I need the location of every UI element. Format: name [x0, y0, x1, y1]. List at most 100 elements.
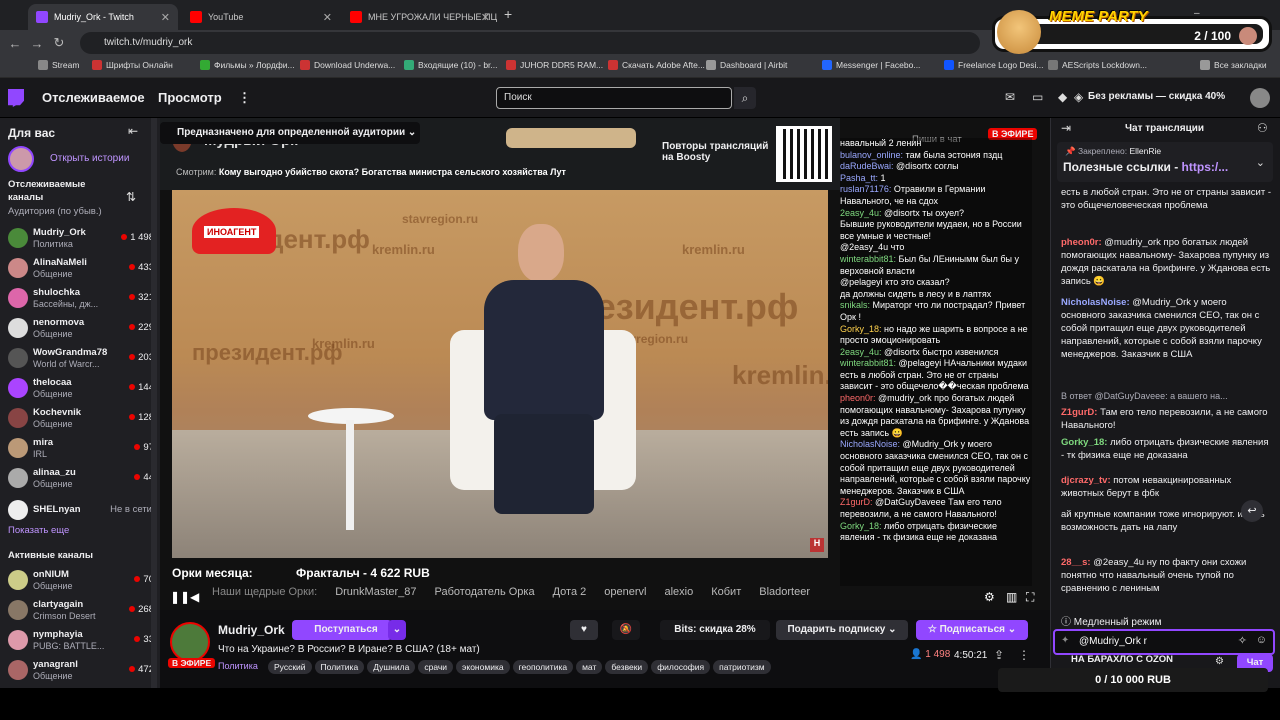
emote-icon[interactable]: ☺	[1256, 634, 1267, 646]
bookmark-item[interactable]: Messenger | Facebo...	[822, 60, 920, 70]
sidebar-item-wowgrandma78[interactable]: WowGrandma78 World of Warcr... 203	[8, 346, 158, 374]
nav-following[interactable]: Отслеживаемое	[42, 90, 145, 105]
sidebar-item-kochevnik[interactable]: Kochevnik Общение 128	[8, 406, 158, 434]
sidebar-item-alinaa_zu[interactable]: alinaa_zu Общение 44	[8, 466, 158, 494]
channel-name[interactable]: Mudriy_Ork	[218, 623, 285, 637]
tag-pill[interactable]: срачи	[418, 660, 454, 674]
collapse-sidebar-icon[interactable]: ⇤	[128, 124, 138, 138]
sidebar-item-mudriy_ork[interactable]: Mudriy_Ork Политика 1 498	[8, 226, 158, 254]
search-input[interactable]: Поиск	[496, 87, 732, 109]
sidebar-item-shulochka[interactable]: shulochka Бассейны, дж... 321	[8, 286, 158, 314]
more-menu-icon[interactable]: ⋮	[238, 90, 251, 106]
sidebar-item-clartyagain[interactable]: clartyagain Crimson Desert 268	[8, 598, 158, 626]
chevron-down-icon[interactable]: ⌄	[1256, 156, 1265, 169]
tag-pill[interactable]: экономика	[456, 660, 510, 674]
join-dropdown-icon[interactable]: ⌄	[388, 620, 406, 640]
chat-message[interactable]: Z1gurD: Там его тело перевозили, а не са…	[1061, 406, 1271, 432]
chat-message[interactable]: Gorky_18: либо отрицать физические явлен…	[1061, 436, 1271, 462]
tag-pill[interactable]: мат	[576, 660, 603, 674]
pinned-message[interactable]: 📌 Закреплено: EllenRie Полезные ссылки -…	[1057, 142, 1273, 182]
sidebar-item-onnium[interactable]: onNIUM Общение 70	[8, 568, 158, 596]
tag-pill[interactable]: патриотизм	[713, 660, 771, 674]
audience-notice[interactable]: Предназначено для определенной аудитории…	[160, 122, 420, 144]
tab-twitch[interactable]: Mudriy_Ork - Twitch ✕	[28, 4, 178, 30]
chat-message[interactable]: есть в любой стран. Это не от страны зав…	[1061, 186, 1271, 212]
chat-message[interactable]: NicholasNoise: @Mudriy_Ork у моего основ…	[1061, 296, 1271, 361]
chat-message[interactable]: pheon0r: @mudriy_ork про богатых людей п…	[1061, 236, 1271, 288]
crown-icon[interactable]: ◆	[1058, 90, 1067, 104]
tag-pill[interactable]: Русский	[268, 660, 312, 674]
sidebar-item-nenormova[interactable]: nenormova Общение 229	[8, 316, 158, 344]
back-icon[interactable]: ←	[4, 36, 26, 51]
prime-icon[interactable]: ◈	[1074, 90, 1083, 104]
stories-avatar[interactable]	[8, 146, 34, 172]
new-tab-icon[interactable]: +	[504, 6, 512, 22]
collapse-chat-icon[interactable]: ⇥	[1061, 121, 1071, 135]
tag-pill[interactable]: безвеки	[605, 660, 649, 674]
chat-message[interactable]: djcrazy_tv: потом невакцинированных живо…	[1061, 474, 1271, 500]
show-more-link[interactable]: Показать еще	[8, 525, 69, 536]
bits-icon[interactable]: ✦	[1061, 635, 1069, 646]
subscribe-button[interactable]: ☆ Подписаться ⌄	[916, 620, 1028, 640]
bits-button[interactable]: Bits: скидка 28%	[660, 620, 770, 640]
tab-youtube[interactable]: YouTube ✕	[182, 4, 340, 30]
twitch-logo-icon[interactable]	[8, 89, 24, 107]
notifications-off-icon[interactable]: 🔕	[612, 620, 640, 640]
bookmark-item[interactable]: Шрифты Онлайн	[92, 60, 173, 70]
chat-message[interactable]: 28__s: @2easy_4u ну по факту они схожи п…	[1061, 556, 1271, 595]
tag-pill[interactable]: Душнила	[367, 660, 416, 674]
sort-icon[interactable]: ⇅	[126, 190, 136, 204]
gift-sub-button[interactable]: Подарить подписку ⌄	[776, 620, 908, 640]
open-stories-link[interactable]: Открыть истории	[50, 153, 129, 164]
sidebar-item-alinanameli[interactable]: AlinaNaMeli Общение 433	[8, 256, 158, 284]
chat-message[interactable]: ай крупные компании тоже игнорируют. и е…	[1061, 508, 1271, 534]
whispers-icon[interactable]: ▭	[1032, 90, 1043, 104]
tag-pill[interactable]: геополитика	[512, 660, 574, 674]
chat-username[interactable]: NicholasNoise:	[1061, 297, 1132, 308]
fullscreen-icon[interactable]: ⛶	[1026, 590, 1034, 605]
close-tab-icon[interactable]: ✕	[481, 11, 490, 24]
follow-heart-icon[interactable]: ♥	[570, 620, 598, 640]
bookmark-item[interactable]: Входящие (10) - br...	[404, 60, 498, 70]
join-button[interactable]: Поступаться	[292, 620, 392, 640]
chat-username[interactable]: 28__s:	[1061, 557, 1093, 568]
sidebar-scrollbar[interactable]	[151, 118, 157, 688]
chat-username[interactable]: Z1gurD:	[1061, 407, 1100, 418]
search-icon[interactable]: ⌕	[734, 87, 756, 109]
more-options-icon[interactable]: ⋮	[1018, 648, 1030, 662]
user-avatar[interactable]	[1250, 88, 1270, 108]
chat-username[interactable]: pheon0r:	[1061, 237, 1104, 248]
bookmark-item[interactable]: Скачать Adobe Afte...	[608, 60, 705, 70]
bookmark-item[interactable]: Dashboard | Airbit	[706, 60, 787, 70]
chat-settings-icon[interactable]: ⚙	[1215, 656, 1224, 667]
video-player[interactable]: Мудрый Орк Предназначено для определенно…	[160, 118, 1050, 610]
category-link[interactable]: Политика	[218, 661, 258, 671]
tag-pill[interactable]: философия	[651, 660, 711, 674]
chat-message[interactable]: В ответ @DatGuyDaveee: а вашего на...	[1061, 390, 1271, 403]
share-icon[interactable]: ⇪	[994, 648, 1004, 662]
bookmark-item[interactable]: JUHOR DDR5 RAM...	[506, 60, 603, 70]
magic-icon[interactable]: ✧	[1238, 634, 1247, 647]
chat-username[interactable]: Gorky_18:	[1061, 437, 1110, 448]
close-tab-icon[interactable]: ✕	[161, 11, 170, 24]
reply-icon[interactable]: ↩	[1241, 500, 1263, 522]
bookmark-item[interactable]: Все закладки	[1200, 60, 1267, 70]
reload-icon[interactable]: ↻	[48, 35, 70, 51]
bookmark-item[interactable]: Freelance Logo Desi...	[944, 60, 1044, 70]
bookmark-item[interactable]: Download Underwa...	[300, 60, 395, 70]
sidebar-item-mira[interactable]: mira IRL 97	[8, 436, 158, 464]
close-tab-icon[interactable]: ✕	[323, 11, 332, 24]
sidebar-item-yanagranl[interactable]: yanagranl Общение 472	[8, 658, 158, 686]
channel-avatar[interactable]	[170, 622, 210, 662]
sidebar-item-thelocaa[interactable]: thelocaa Общение 144	[8, 376, 158, 404]
bookmark-item[interactable]: AEScripts Lockdown...	[1048, 60, 1147, 70]
theatre-mode-icon[interactable]: ▥	[1006, 590, 1017, 604]
chat-username[interactable]: djcrazy_tv:	[1061, 475, 1113, 486]
forward-icon[interactable]: →	[26, 36, 48, 51]
sidebar-item-nymphayia[interactable]: nymphayia PUBG: BATTLE... 33	[8, 628, 158, 656]
community-icon[interactable]: ⚇	[1257, 121, 1268, 135]
sidebar-item-offline[interactable]: SHELnyan Не в сети	[8, 498, 158, 526]
bookmark-item[interactable]: Stream	[38, 60, 79, 70]
bookmark-item[interactable]: Фильмы » Лордфи...	[200, 60, 295, 70]
tag-pill[interactable]: Политика	[314, 660, 365, 674]
